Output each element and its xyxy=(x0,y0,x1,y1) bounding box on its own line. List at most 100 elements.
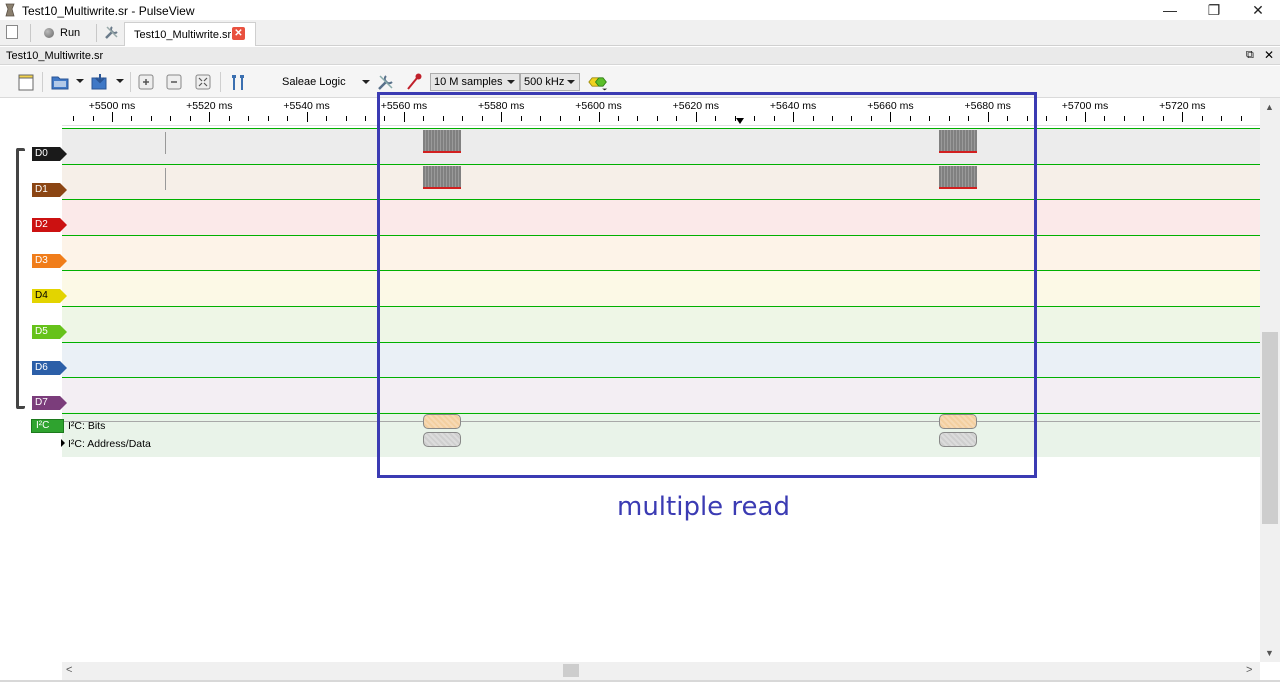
channel-tag-d4[interactable]: D4 xyxy=(32,289,67,303)
open-file-icon[interactable] xyxy=(50,72,70,92)
scroll-down-icon[interactable]: ▼ xyxy=(1265,648,1274,658)
ruler-minor-tick xyxy=(346,116,347,121)
chevron-down-icon xyxy=(362,80,370,84)
ruler-minor-tick xyxy=(93,116,94,121)
samplerate-value: 500 kHz xyxy=(524,76,565,88)
scroll-right-icon[interactable]: > xyxy=(1246,664,1252,676)
close-window-button[interactable]: ✕ xyxy=(1236,0,1280,20)
scroll-left-icon[interactable]: < xyxy=(66,664,72,676)
channel-tag-d1[interactable]: D1 xyxy=(32,183,67,197)
separator xyxy=(220,72,221,92)
signal-edge-d0 xyxy=(165,132,166,154)
ruler-minor-tick xyxy=(1241,116,1242,121)
ruler-tick-label: +5700 ms xyxy=(1061,100,1109,112)
pulseview-app-icon xyxy=(5,3,15,17)
ruler-minor-tick xyxy=(1124,116,1125,121)
channel-tag-d5[interactable]: D5 xyxy=(32,325,67,339)
device-select[interactable]: Saleae Logic xyxy=(276,72,372,92)
device-select-value: Saleae Logic xyxy=(282,76,346,88)
add-decoder-icon[interactable] xyxy=(588,72,608,92)
horizontal-scrollbar[interactable]: < > xyxy=(62,662,1260,680)
ruler-minor-tick xyxy=(1221,116,1222,121)
decoder-row-address-data-label: I²C: Address/Data xyxy=(68,438,151,450)
save-file-icon[interactable] xyxy=(90,72,110,92)
channel-tag-d3[interactable]: D3 xyxy=(32,254,67,268)
scroll-up-icon[interactable]: ▲ xyxy=(1265,102,1274,112)
separator xyxy=(30,24,31,42)
ruler-minor-tick xyxy=(229,116,230,121)
tab-label: Test10_Multiwrite.sr xyxy=(134,29,232,41)
save-dropdown-caret-icon[interactable] xyxy=(116,79,124,83)
dock-title: Test10_Multiwrite.sr xyxy=(6,50,104,62)
expand-row-icon[interactable] xyxy=(61,439,65,447)
separator xyxy=(42,72,43,92)
ruler-minor-tick xyxy=(1163,116,1164,121)
chevron-down-icon xyxy=(567,80,575,84)
channel-group-bracket xyxy=(16,148,25,409)
ruler-minor-tick xyxy=(73,116,74,121)
ruler-minor-tick xyxy=(131,116,132,121)
new-view-icon[interactable] xyxy=(16,72,36,92)
chevron-down-icon xyxy=(507,80,515,84)
ruler-major-tick xyxy=(112,112,113,122)
highlight-box xyxy=(377,92,1037,478)
decoder-row-bits-label: I²C: Bits xyxy=(68,420,106,432)
close-tab-icon[interactable]: ✕ xyxy=(232,27,245,40)
ruler-minor-tick xyxy=(170,116,171,121)
ruler-major-tick xyxy=(306,112,308,122)
channel-tag-d7[interactable]: D7 xyxy=(32,396,67,410)
ruler-minor-tick xyxy=(1104,116,1105,121)
view-dock-header: Test10_Multiwrite.sr ⧉ ✕ xyxy=(0,47,1280,65)
probe-config-icon[interactable] xyxy=(404,72,424,92)
ruler-major-tick xyxy=(1085,112,1086,122)
sample-count-value: 10 M samples xyxy=(434,76,503,88)
maximize-button[interactable]: ❐ xyxy=(1192,0,1236,20)
device-config-icon[interactable] xyxy=(376,72,396,92)
ruler-minor-tick xyxy=(190,116,191,121)
channel-tag-d0[interactable]: D0 xyxy=(32,147,67,161)
zoom-fit-icon[interactable] xyxy=(193,72,213,92)
ruler-tick-label: +5540 ms xyxy=(283,100,330,112)
i2c-decoder-tag[interactable]: I²C xyxy=(31,419,64,433)
settings-tools-icon[interactable] xyxy=(104,24,120,40)
separator xyxy=(96,24,97,42)
ruler-minor-tick xyxy=(151,116,152,121)
ruler-minor-tick xyxy=(268,116,269,121)
run-label: Run xyxy=(60,27,81,39)
ruler-minor-tick xyxy=(1143,116,1144,121)
separator xyxy=(130,72,131,92)
zoom-out-icon[interactable] xyxy=(164,72,184,92)
samplerate-select[interactable]: 500 kHz xyxy=(520,73,580,91)
sample-count-select[interactable]: 10 M samples xyxy=(430,73,520,91)
zoom-in-icon[interactable] xyxy=(136,72,156,92)
horizontal-scroll-thumb[interactable] xyxy=(563,664,579,677)
vertical-scroll-thumb[interactable] xyxy=(1262,332,1278,524)
ruler-minor-tick xyxy=(287,116,288,121)
ruler-minor-tick xyxy=(1046,116,1047,121)
vertical-scrollbar[interactable]: ▲ ▼ xyxy=(1260,98,1280,662)
run-icon xyxy=(44,28,54,38)
ruler-minor-tick xyxy=(326,116,327,121)
annotation-label: multiple read xyxy=(617,492,790,522)
title-bar: Test10_Multiwrite.sr - PulseView — ❐ ✕ xyxy=(0,0,1280,20)
ruler-minor-tick xyxy=(1066,116,1067,121)
show-cursors-icon[interactable] xyxy=(228,72,248,92)
channel-tag-d6[interactable]: D6 xyxy=(32,361,67,375)
ruler-major-tick xyxy=(209,112,211,122)
run-button[interactable]: Run xyxy=(40,23,90,43)
ruler-major-tick xyxy=(1182,112,1184,122)
channel-tag-d2[interactable]: D2 xyxy=(32,218,67,232)
window-title: Test10_Multiwrite.sr - PulseView xyxy=(22,4,195,18)
tab-test10-multiwrite[interactable]: Test10_Multiwrite.sr ✕ xyxy=(124,22,256,46)
float-dock-icon[interactable]: ⧉ xyxy=(1246,49,1254,62)
ruler-minor-tick xyxy=(248,116,249,121)
ruler-minor-tick xyxy=(1202,116,1203,121)
open-dropdown-caret-icon[interactable] xyxy=(76,79,84,83)
ruler-minor-tick xyxy=(365,116,366,121)
ruler-tick-label: +5720 ms xyxy=(1159,100,1206,112)
minimize-button[interactable]: — xyxy=(1148,0,1192,20)
new-session-icon[interactable] xyxy=(6,25,18,39)
ruler-tick-label: +5500 ms xyxy=(88,100,136,112)
close-dock-icon[interactable]: ✕ xyxy=(1264,48,1274,62)
ruler-tick-label: +5520 ms xyxy=(186,100,233,112)
